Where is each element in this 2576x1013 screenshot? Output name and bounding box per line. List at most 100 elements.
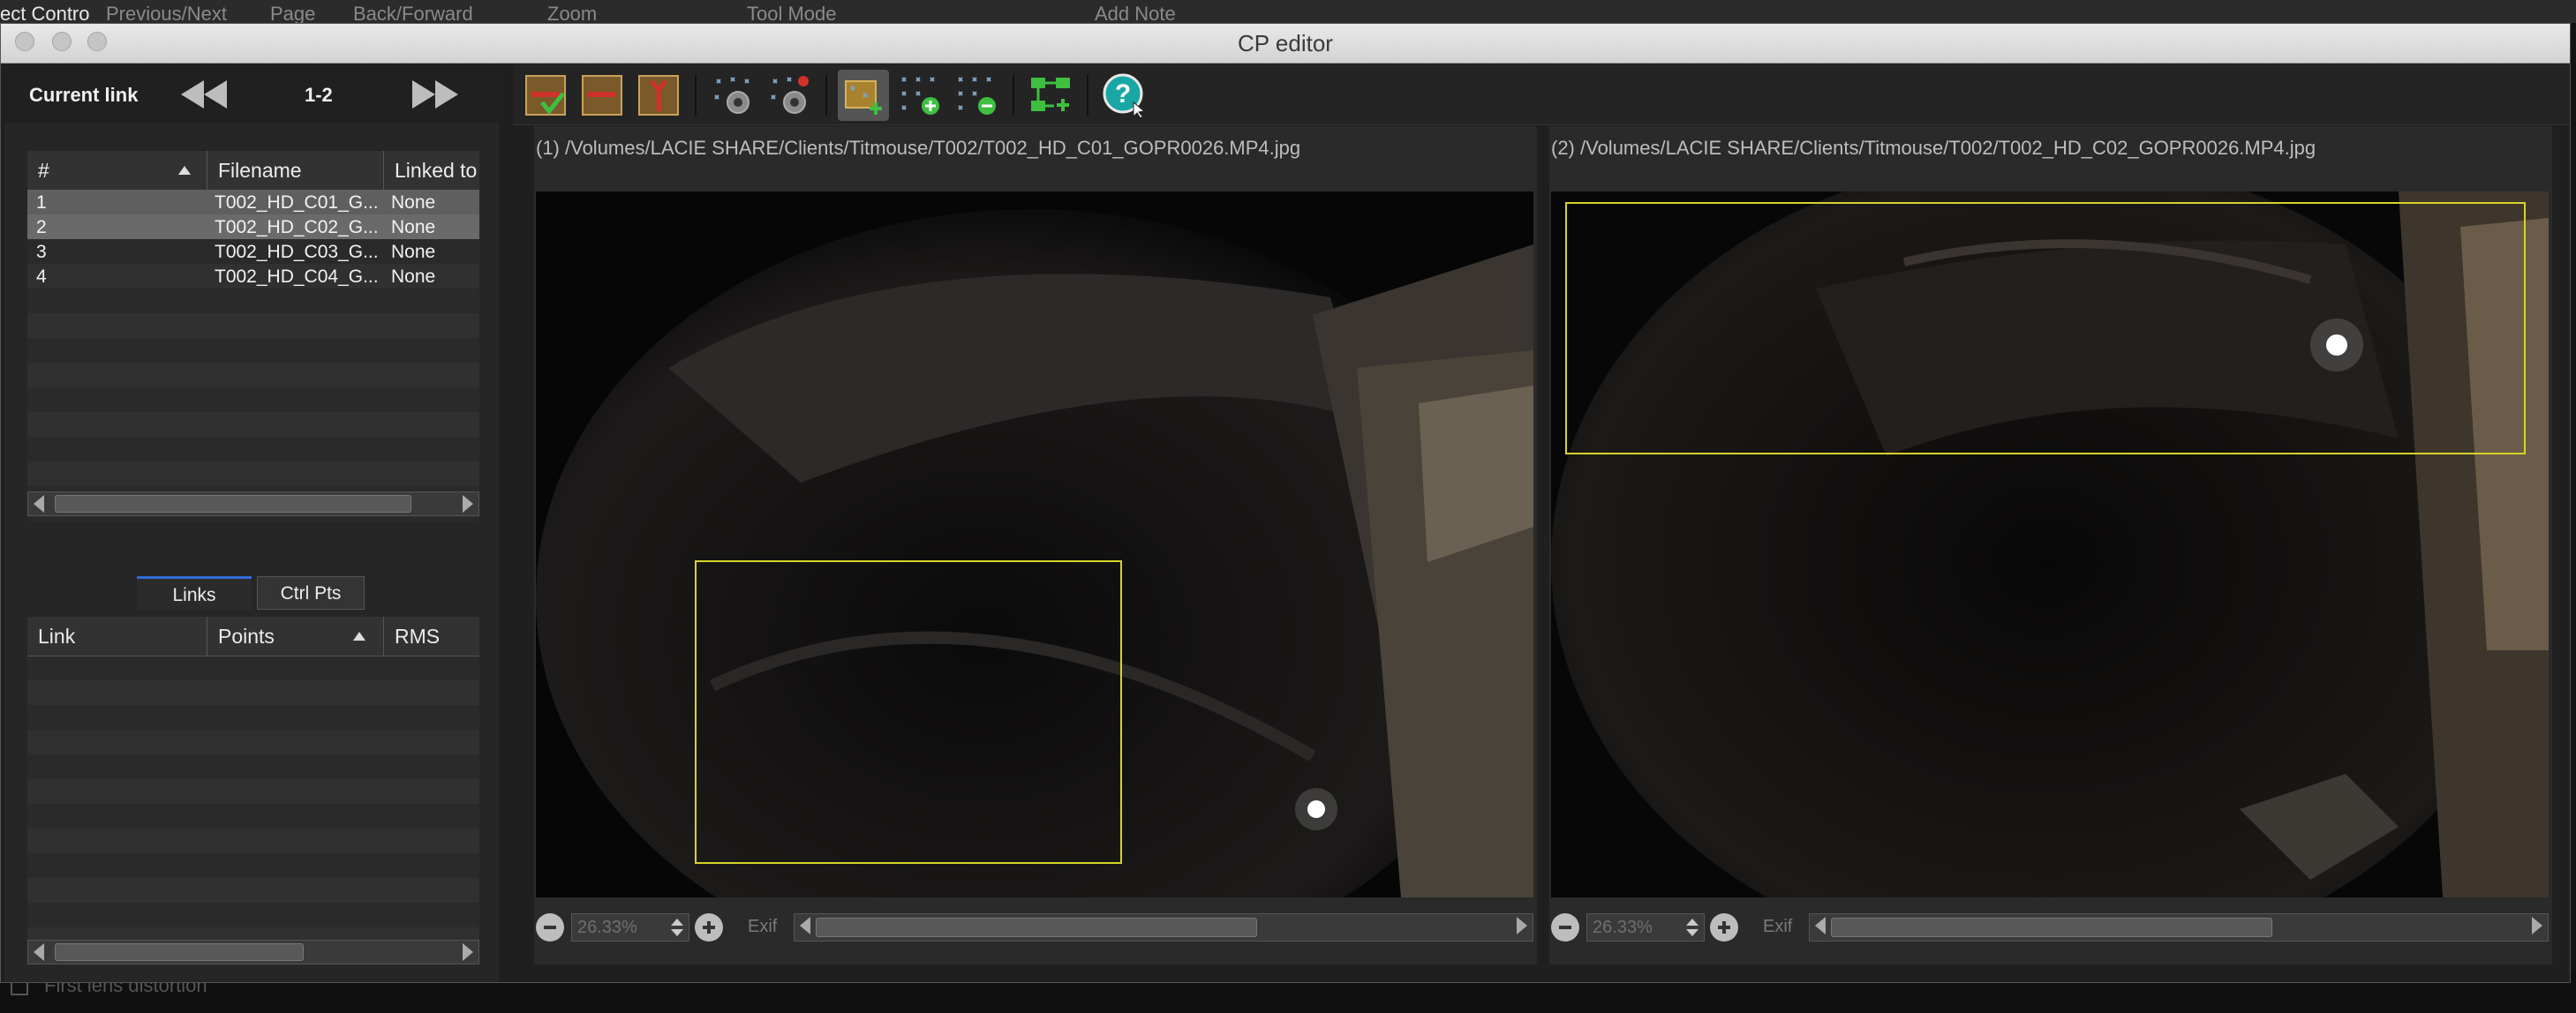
- empty-row: [27, 338, 479, 363]
- tab-ctrl-pts[interactable]: Ctrl Pts: [257, 576, 365, 610]
- empty-row: [27, 387, 479, 412]
- images-table-scrollbar[interactable]: [27, 491, 479, 516]
- row-linked: None: [391, 217, 436, 237]
- images-table-header: # Filename Linked to: [27, 151, 479, 191]
- add-area-points-button[interactable]: [838, 70, 889, 121]
- add-points-icon: [901, 77, 939, 115]
- zoom-level-field[interactable]: 26.33%: [1586, 913, 1705, 942]
- minus-icon: [1559, 926, 1571, 929]
- scrollbar-thumb[interactable]: [816, 918, 1257, 937]
- reject-link-button[interactable]: [576, 70, 628, 121]
- next-link-button[interactable]: [409, 77, 462, 112]
- zoom-in-button[interactable]: [1710, 913, 1738, 942]
- accept-link-button[interactable]: [520, 70, 571, 121]
- exif-button[interactable]: Exif: [748, 917, 777, 937]
- empty-row: [27, 829, 479, 853]
- fork-link-icon: [638, 75, 679, 116]
- row-number: 4: [36, 266, 47, 287]
- reject-link-icon: [582, 75, 622, 116]
- zoom-out-button[interactable]: [536, 913, 564, 942]
- scroll-right-icon[interactable]: [1517, 917, 1527, 934]
- right-image-path: (2) /Volumes/LACIE SHARE/Clients/Titmous…: [1551, 137, 2316, 159]
- rewind-icon: [181, 80, 227, 109]
- zoom-in-button[interactable]: [695, 913, 723, 942]
- column-header-rms[interactable]: RMS: [384, 617, 479, 656]
- scroll-left-icon[interactable]: [1815, 917, 1826, 934]
- add-points-button[interactable]: [894, 70, 945, 121]
- empty-row: [27, 680, 479, 705]
- scroll-left-icon[interactable]: [34, 943, 44, 961]
- auto-detect-button[interactable]: [707, 70, 758, 121]
- links-table-scrollbar[interactable]: [27, 940, 479, 964]
- accept-link-icon: [525, 75, 566, 116]
- toolbar-separator: [1087, 75, 1088, 116]
- images-table: # Filename Linked to 1 T002_HD_C01_G... …: [27, 151, 479, 522]
- svg-text:?: ?: [1115, 79, 1131, 109]
- left-image-view[interactable]: [536, 191, 1533, 897]
- link-page-indicator: 1-2: [305, 84, 333, 106]
- row-number: 2: [36, 217, 47, 237]
- scroll-left-icon[interactable]: [34, 495, 44, 513]
- plus-icon: [1718, 921, 1730, 934]
- empty-row: [27, 313, 479, 338]
- table-row[interactable]: 3 T002_HD_C03_G... None: [27, 239, 479, 264]
- column-header-filename[interactable]: Filename: [207, 151, 384, 190]
- column-header-points[interactable]: Points: [207, 617, 384, 656]
- scrollbar-thumb[interactable]: [55, 495, 411, 513]
- gear-points-icon: [714, 77, 749, 114]
- scroll-right-icon[interactable]: [463, 495, 473, 513]
- empty-row: [27, 656, 479, 680]
- current-link-label: Current link: [29, 84, 139, 106]
- table-row[interactable]: 1 T002_HD_C01_G... None: [27, 190, 479, 214]
- scrollbar-thumb[interactable]: [55, 943, 304, 961]
- help-icon: ?: [1103, 73, 1146, 118]
- column-header-linked-to[interactable]: Linked to: [384, 151, 479, 190]
- zoom-level-field[interactable]: 26.33%: [571, 913, 689, 942]
- sort-ascending-icon: [353, 632, 365, 641]
- table-row[interactable]: 2 T002_HD_C02_G... None: [27, 214, 479, 239]
- fork-link-button[interactable]: [633, 70, 684, 121]
- remove-points-button[interactable]: [951, 70, 1002, 121]
- link-navigator: Current link 1-2: [4, 64, 499, 123]
- previous-link-button[interactable]: [177, 77, 230, 112]
- images-table-body: 1 T002_HD_C01_G... None 2 T002_HD_C02_G.…: [27, 190, 479, 486]
- scrollbar-thumb[interactable]: [1831, 918, 2272, 937]
- scroll-right-icon[interactable]: [463, 943, 473, 961]
- row-filename: T002_HD_C02_G...: [215, 217, 379, 237]
- scroll-left-icon[interactable]: [800, 917, 810, 934]
- row-filename: T002_HD_C01_G...: [215, 192, 379, 213]
- selection-rectangle[interactable]: [1565, 202, 2526, 454]
- scroll-right-icon[interactable]: [2532, 917, 2542, 934]
- right-image-scrollbar[interactable]: [1809, 913, 2549, 942]
- plus-icon: [703, 921, 715, 934]
- empty-row: [27, 437, 479, 461]
- titlebar: CP editor: [1, 24, 2570, 64]
- left-image-pane: (1) /Volumes/LACIE SHARE/Clients/Titmous…: [534, 126, 1537, 964]
- toolbar-separator: [825, 75, 827, 116]
- toolbar-separator: [1013, 75, 1014, 116]
- network-add-icon: [1031, 78, 1070, 111]
- exif-button[interactable]: Exif: [1763, 917, 1792, 937]
- right-image-pane: (2) /Volumes/LACIE SHARE/Clients/Titmous…: [1549, 126, 2552, 964]
- right-zoom-bar: 26.33% Exif: [1551, 910, 2549, 945]
- empty-row: [27, 804, 479, 829]
- fast-forward-icon: [412, 80, 458, 109]
- table-row[interactable]: 4 T002_HD_C04_G... None: [27, 264, 479, 289]
- row-number: 1: [36, 192, 47, 213]
- column-header-number[interactable]: #: [27, 151, 207, 190]
- help-button[interactable]: ?: [1099, 70, 1150, 121]
- right-image-view[interactable]: [1551, 191, 2549, 897]
- auto-detect-settings-button[interactable]: [764, 70, 815, 121]
- window-title: CP editor: [1238, 30, 1333, 56]
- selection-rectangle[interactable]: [695, 560, 1122, 864]
- left-image-scrollbar[interactable]: [794, 913, 1533, 942]
- stepper-icon: [671, 919, 683, 936]
- gear-points-alert-icon: [771, 76, 809, 114]
- empty-row: [27, 363, 479, 387]
- zoom-out-button[interactable]: [1551, 913, 1579, 942]
- tab-links[interactable]: Links: [137, 576, 252, 610]
- row-filename: T002_HD_C04_G...: [215, 266, 379, 287]
- column-header-link[interactable]: Link: [27, 617, 207, 656]
- link-images-button[interactable]: [1025, 70, 1076, 121]
- row-linked: None: [391, 266, 436, 287]
